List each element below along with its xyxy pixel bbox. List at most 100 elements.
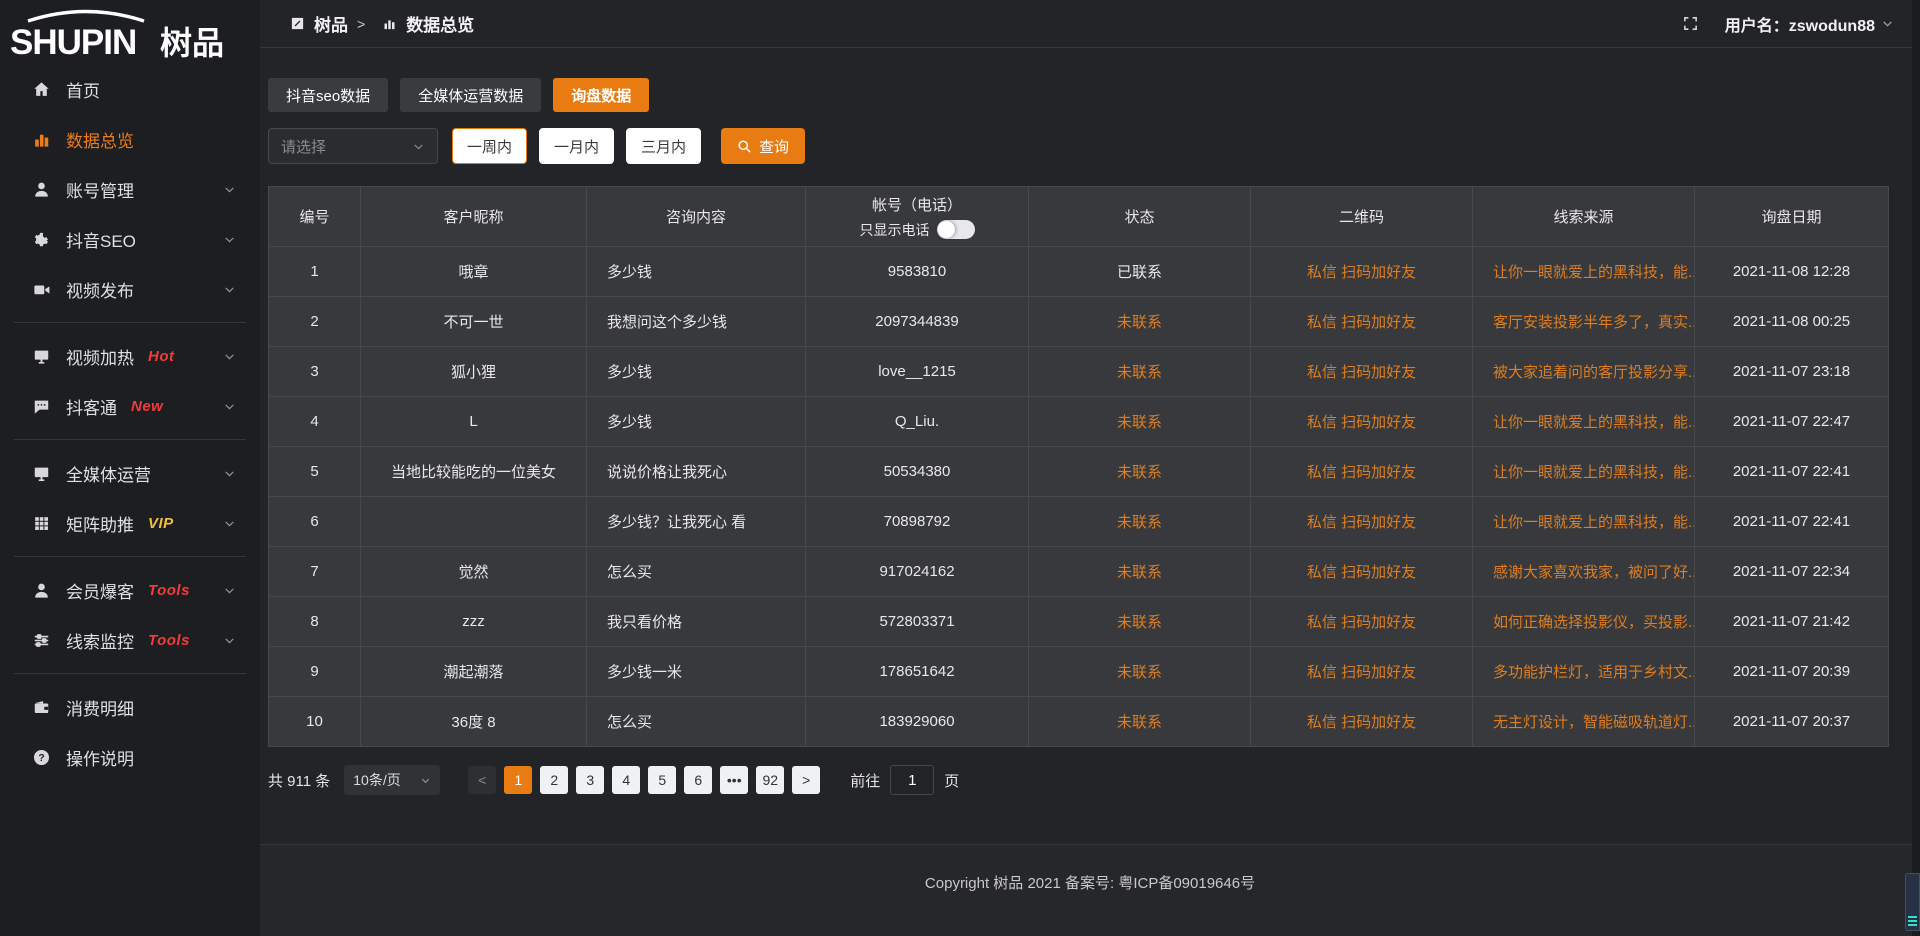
cell-qr-link[interactable]: 私信 扫码加好友 bbox=[1251, 297, 1473, 347]
help-icon: ? bbox=[32, 748, 51, 767]
cell-source-link[interactable]: 让你一眼就爱上的黑科技，能... bbox=[1473, 397, 1695, 447]
user-menu[interactable]: 用户名：zswodun88 bbox=[1725, 12, 1894, 36]
column-header-询盘日期: 询盘日期 bbox=[1695, 187, 1889, 247]
pagination-total: 共 911 条 bbox=[268, 770, 330, 791]
cell-id: 9 bbox=[269, 647, 361, 697]
page-button-1[interactable]: 1 bbox=[504, 766, 532, 794]
cell-content: 怎么买 bbox=[587, 547, 806, 597]
cell-date: 2021-11-07 22:41 bbox=[1695, 447, 1889, 497]
chevron-down-icon bbox=[223, 350, 236, 363]
sidebar-item-操作说明[interactable]: ? 操作说明 bbox=[0, 732, 260, 782]
member-icon bbox=[32, 581, 51, 600]
prev-page-button[interactable]: < bbox=[468, 766, 496, 794]
cell-qr-link[interactable]: 私信 扫码加好友 bbox=[1251, 597, 1473, 647]
filter-select[interactable]: 请选择 bbox=[268, 128, 438, 164]
column-header-客户昵称: 客户昵称 bbox=[361, 187, 587, 247]
scrollbar-track[interactable] bbox=[1912, 0, 1920, 936]
cell-nickname: L bbox=[361, 397, 587, 447]
inquiry-table: 编号客户昵称咨询内容帐号（电话） 只显示电话 状态二维码线索来源询盘日期 1哦章… bbox=[268, 186, 1889, 747]
page-button-6[interactable]: 6 bbox=[684, 766, 712, 794]
sidebar-item-抖客通[interactable]: 抖客通New bbox=[0, 381, 260, 431]
page-number-buttons: 123456 ••• 92 bbox=[504, 766, 784, 794]
cell-source-link[interactable]: 无主灯设计，智能磁吸轨道灯... bbox=[1473, 697, 1695, 747]
chevron-down-icon bbox=[223, 634, 236, 647]
cell-qr-link[interactable]: 私信 扫码加好友 bbox=[1251, 447, 1473, 497]
page-size-select[interactable]: 10条/页 bbox=[344, 765, 440, 795]
goto-page-input[interactable] bbox=[890, 765, 934, 795]
cell-nickname: 不可一世 bbox=[361, 297, 587, 347]
pagination: 共 911 条 10条/页 < 123456•••92 > 前往 页 bbox=[268, 765, 1890, 795]
cell-qr-link[interactable]: 私信 扫码加好友 bbox=[1251, 547, 1473, 597]
cell-id: 1 bbox=[269, 247, 361, 297]
tab-询盘数据[interactable]: 询盘数据 bbox=[553, 78, 649, 112]
cell-source-link[interactable]: 让你一眼就爱上的黑科技，能... bbox=[1473, 247, 1695, 297]
range-button-三月内[interactable]: 三月内 bbox=[626, 128, 701, 164]
table-row-7: 7觉然怎么买917024162未联系私信 扫码加好友感谢大家喜欢我家，被问了好.… bbox=[269, 547, 1889, 597]
sidebar-item-label: 操作说明 bbox=[66, 745, 134, 770]
cell-source-link[interactable]: 多功能护栏灯，适用于乡村文... bbox=[1473, 647, 1695, 697]
corner-widget[interactable] bbox=[1905, 873, 1920, 931]
cell-id: 6 bbox=[269, 497, 361, 547]
sidebar-item-抖音SEO[interactable]: 抖音SEO bbox=[0, 214, 260, 264]
cell-qr-link[interactable]: 私信 扫码加好友 bbox=[1251, 397, 1473, 447]
query-button[interactable]: 查询 bbox=[721, 128, 805, 164]
tab-抖音seo数据[interactable]: 抖音seo数据 bbox=[268, 78, 388, 112]
sidebar-item-矩阵助推[interactable]: 矩阵助推VIP bbox=[0, 498, 260, 548]
breadcrumb-home-icon bbox=[290, 16, 305, 31]
cell-qr-link[interactable]: 私信 扫码加好友 bbox=[1251, 247, 1473, 297]
more-pages-button[interactable]: ••• bbox=[720, 766, 748, 794]
sidebar-item-badge: Tools bbox=[148, 582, 190, 599]
fullscreen-icon[interactable] bbox=[1682, 15, 1699, 32]
cell-source-link[interactable]: 如何正确选择投影仪，买投影... bbox=[1473, 597, 1695, 647]
wallet-icon bbox=[32, 698, 51, 717]
cell-account: love__1215 bbox=[806, 347, 1029, 397]
cell-source-link[interactable]: 让你一眼就爱上的黑科技，能... bbox=[1473, 447, 1695, 497]
sidebar-item-数据总览[interactable]: 数据总览 bbox=[0, 114, 260, 164]
page-button-5[interactable]: 5 bbox=[648, 766, 676, 794]
phone-toggle-label: 只显示电话 bbox=[860, 220, 930, 240]
range-button-一月内[interactable]: 一月内 bbox=[539, 128, 614, 164]
sidebar-item-会员爆客[interactable]: 会员爆客Tools bbox=[0, 565, 260, 615]
data-tabs: 抖音seo数据全媒体运营数据询盘数据 bbox=[268, 78, 1890, 112]
phone-only-toggle[interactable] bbox=[937, 220, 975, 239]
sidebar-item-全媒体运营[interactable]: 全媒体运营 bbox=[0, 448, 260, 498]
cell-qr-link[interactable]: 私信 扫码加好友 bbox=[1251, 497, 1473, 547]
cell-source-link[interactable]: 客厅安装投影半年多了，真实... bbox=[1473, 297, 1695, 347]
sidebar-item-线索监控[interactable]: 线索监控Tools bbox=[0, 615, 260, 665]
cell-account: 70898792 bbox=[806, 497, 1029, 547]
sidebar-item-badge: New bbox=[131, 398, 163, 415]
breadcrumb-root[interactable]: 树品 bbox=[314, 11, 348, 36]
table-row-1: 1哦章多少钱9583810已联系私信 扫码加好友让你一眼就爱上的黑科技，能...… bbox=[269, 247, 1889, 297]
sidebar-item-视频加热[interactable]: 视频加热Hot bbox=[0, 331, 260, 381]
breadcrumb-current[interactable]: 数据总览 bbox=[406, 11, 474, 36]
cell-qr-link[interactable]: 私信 扫码加好友 bbox=[1251, 697, 1473, 747]
cell-qr-link[interactable]: 私信 扫码加好友 bbox=[1251, 347, 1473, 397]
sidebar-item-视频发布[interactable]: 视频发布 bbox=[0, 264, 260, 314]
cell-account: Q_Liu. bbox=[806, 397, 1029, 447]
cell-account: 178651642 bbox=[806, 647, 1029, 697]
sidebar-item-label: 视频加热 bbox=[66, 344, 134, 369]
sidebar-item-label: 线索监控 bbox=[66, 628, 134, 653]
topbar: 树品 > 数据总览 用户名：zswodun88 bbox=[260, 0, 1920, 48]
cell-source-link[interactable]: 让你一眼就爱上的黑科技，能... bbox=[1473, 497, 1695, 547]
cell-status: 未联系 bbox=[1029, 647, 1251, 697]
cell-source-link[interactable]: 被大家追着问的客厅投影分享... bbox=[1473, 347, 1695, 397]
cell-qr-link[interactable]: 私信 扫码加好友 bbox=[1251, 647, 1473, 697]
cell-source-link[interactable]: 感谢大家喜欢我家，被问了好... bbox=[1473, 547, 1695, 597]
sidebar-item-账号管理[interactable]: 账号管理 bbox=[0, 164, 260, 214]
sidebar-item-消费明细[interactable]: 消费明细 bbox=[0, 682, 260, 732]
page-button-4[interactable]: 4 bbox=[612, 766, 640, 794]
page-button-3[interactable]: 3 bbox=[576, 766, 604, 794]
table-row-9: 9潮起潮落多少钱一米178651642未联系私信 扫码加好友多功能护栏灯，适用于… bbox=[269, 647, 1889, 697]
sidebar-item-首页[interactable]: 首页 bbox=[0, 64, 260, 114]
cell-id: 3 bbox=[269, 347, 361, 397]
sidebar-item-label: 首页 bbox=[66, 77, 100, 102]
page-button-2[interactable]: 2 bbox=[540, 766, 568, 794]
range-button-一周内[interactable]: 一周内 bbox=[452, 128, 527, 164]
page-button-92[interactable]: 92 bbox=[756, 766, 784, 794]
next-page-button[interactable]: > bbox=[792, 766, 820, 794]
tab-全媒体运营数据[interactable]: 全媒体运营数据 bbox=[400, 78, 541, 112]
table-row-2: 2不可一世我想问这个多少钱2097344839未联系私信 扫码加好友客厅安装投影… bbox=[269, 297, 1889, 347]
breadcrumb-chart-icon bbox=[382, 16, 397, 31]
brand-logo[interactable]: SHUPIN 树品 bbox=[0, 0, 260, 64]
